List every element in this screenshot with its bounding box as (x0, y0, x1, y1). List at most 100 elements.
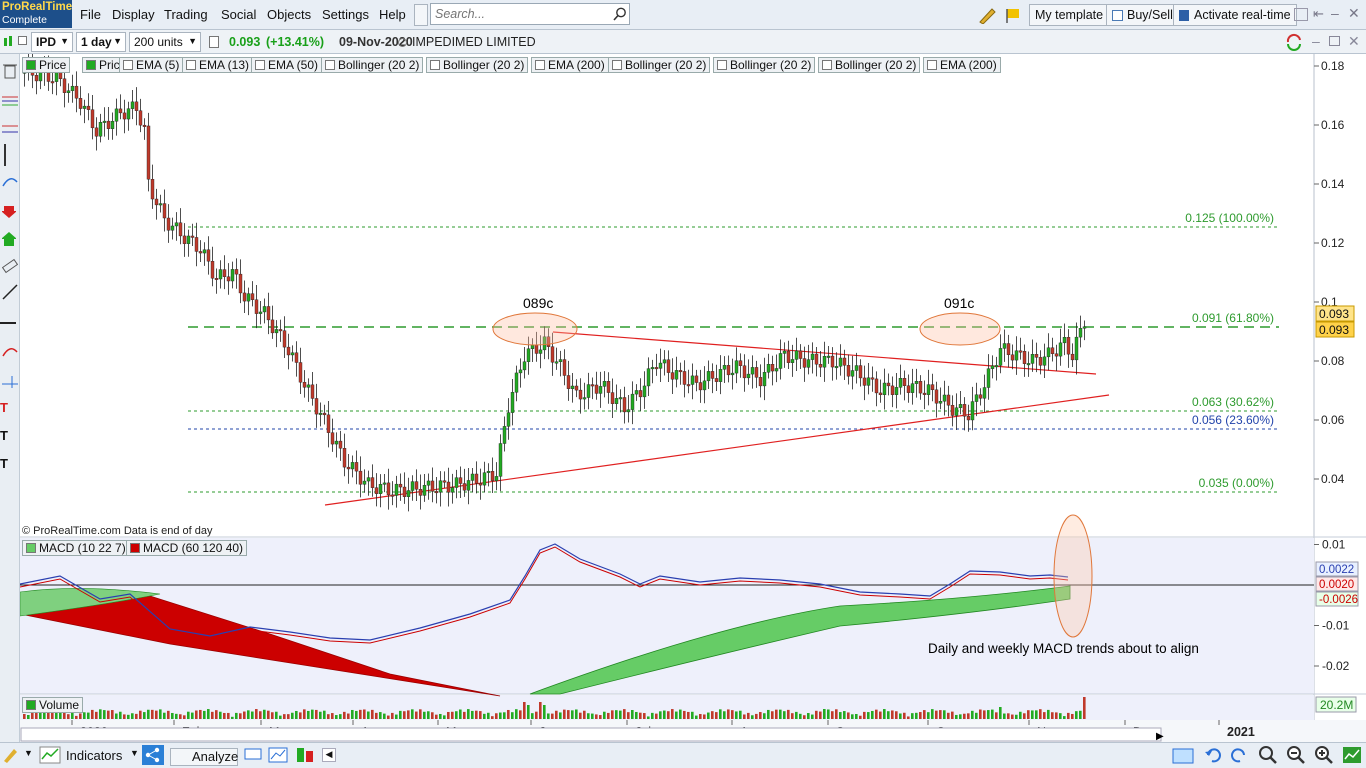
minimize-app-icon[interactable]: – (1331, 5, 1339, 21)
search-input[interactable] (431, 4, 601, 24)
chevron-down-icon[interactable]: ▼ (24, 748, 33, 758)
close-app-icon[interactable]: ✕ (1348, 5, 1360, 22)
scroll-right-icon[interactable]: ▶ (1156, 731, 1164, 742)
ruler-icon[interactable] (2, 258, 18, 274)
candle-body (330, 432, 335, 445)
horizontal-line-icon[interactable] (0, 322, 16, 324)
macd-highlight[interactable] (1053, 514, 1093, 638)
sell-arrow-icon[interactable] (2, 204, 16, 218)
close-chart-icon[interactable]: ✕ (1348, 33, 1360, 50)
trash-icon[interactable] (2, 62, 18, 80)
text-tool-red-icon[interactable]: T (0, 400, 8, 415)
volume-bar (467, 709, 470, 719)
zoom-out-icon[interactable] (1286, 745, 1306, 765)
activate-realtime-button[interactable]: Activate real-time (1173, 4, 1297, 26)
chart-canvas[interactable]: 0.125 (100.00%) 0.091 (61.80%) 0.063 (30.6… (20, 54, 1366, 746)
chart-icon[interactable] (268, 747, 288, 763)
indicators-icon[interactable] (39, 746, 61, 764)
legend-volume[interactable]: Volume (22, 697, 84, 713)
zoom-in-icon[interactable] (1314, 745, 1334, 765)
peak-highlight-right[interactable] (919, 312, 1001, 346)
horizontal-scrollbar[interactable] (20, 727, 1162, 742)
compare-icon[interactable] (296, 747, 314, 763)
calendar-icon[interactable] (1172, 746, 1194, 764)
share-icon[interactable] (142, 745, 164, 765)
chat-icon[interactable] (244, 747, 262, 763)
menu-file[interactable]: File (80, 7, 101, 22)
macd-tag-label: -0.0026 (1319, 594, 1358, 606)
indicators-button[interactable]: Indicators (66, 748, 122, 763)
legend-ema200[interactable]: EMA (200) (531, 57, 609, 73)
menu-settings[interactable]: Settings (322, 7, 369, 22)
legend-ema50[interactable]: EMA (50) (251, 57, 323, 73)
zoom-area-icon[interactable] (1258, 745, 1278, 765)
fibonacci-tool-icon[interactable] (2, 94, 18, 108)
vertical-line-icon[interactable] (4, 144, 6, 166)
volume-bar (939, 710, 942, 719)
left-peak-label: 089c (523, 295, 553, 311)
legend-ema200-2[interactable]: EMA (200) (923, 57, 1001, 73)
volume-bar (587, 713, 590, 719)
channel-tool-icon[interactable] (2, 374, 18, 388)
volume-bar (131, 713, 134, 719)
legend-price-1[interactable]: Price (22, 57, 71, 73)
candle-type-icon[interactable] (2, 34, 14, 50)
peak-highlight-left[interactable] (492, 312, 578, 346)
legend-ema13[interactable]: EMA (13) (182, 57, 254, 73)
text-tool-bold-icon[interactable]: T (0, 456, 8, 471)
menu-trading[interactable]: Trading (164, 7, 208, 22)
units-select[interactable]: 200 units ▼ (129, 32, 201, 52)
legend-bollinger-2[interactable]: Bollinger (20 2) (426, 57, 529, 73)
legend-bollinger-1[interactable]: Bollinger (20 2) (321, 57, 424, 73)
text-tool-icon[interactable]: T (0, 428, 8, 443)
volume-bar (535, 711, 538, 719)
menu-social[interactable]: Social (221, 7, 256, 22)
undo-icon[interactable] (1204, 747, 1222, 763)
volume-bar (987, 710, 990, 719)
curve-tool-icon[interactable] (2, 342, 18, 358)
candle-body (454, 477, 459, 488)
search-icon[interactable] (613, 7, 627, 21)
buy-sell-button[interactable]: Buy/Sell (1106, 4, 1179, 26)
legend-ema5[interactable]: EMA (5) (119, 57, 184, 73)
pencil-icon[interactable] (978, 6, 998, 24)
scroll-left-icon[interactable]: ◀ (322, 748, 336, 762)
volume-bar (531, 713, 534, 719)
window-layout-icon[interactable] (1294, 8, 1308, 21)
legend-bollinger-3[interactable]: Bollinger (20 2) (608, 57, 711, 73)
analyze-button[interactable]: Analyze (170, 748, 238, 766)
my-template-button[interactable]: My template (1029, 4, 1110, 26)
pin-icon[interactable]: ⇤ (1313, 6, 1324, 22)
pen-icon[interactable] (2, 747, 18, 763)
legend-bollinger-4[interactable]: Bollinger (20 2) (713, 57, 816, 73)
menu-display[interactable]: Display (112, 7, 155, 22)
search-options-icon[interactable] (414, 4, 428, 26)
volume-bar (555, 710, 558, 719)
link-toggle-icon[interactable] (18, 36, 27, 45)
volume-bar (471, 710, 474, 719)
minimize-chart-icon[interactable]: – (1312, 33, 1320, 49)
volume-bar (387, 715, 390, 719)
macd-axis: 0.01 -0.01 -0.02 0.0022 0.0020 -0.0026 (1314, 538, 1359, 673)
maximize-chart-icon[interactable] (1329, 36, 1340, 46)
flag-icon[interactable] (1004, 6, 1022, 24)
chart-settings-icon[interactable] (1342, 746, 1362, 764)
trendline-tool-icon[interactable] (2, 284, 18, 300)
symbol-select[interactable]: IPD ▼ (31, 32, 73, 52)
chevron-down-icon[interactable]: ▼ (130, 748, 139, 758)
buy-arrow-icon[interactable] (2, 232, 16, 246)
menu-objects[interactable]: Objects (267, 7, 311, 22)
candle-body (970, 401, 975, 421)
interval-select[interactable]: 1 day ▼ (76, 32, 126, 52)
arc-tool-icon[interactable] (2, 174, 18, 188)
refresh-icon[interactable] (1284, 33, 1304, 51)
redo-icon[interactable] (1230, 747, 1248, 763)
volume-bar (771, 711, 774, 719)
legend-bollinger-5[interactable]: Bollinger (20 2) (818, 57, 921, 73)
menu-help[interactable]: Help (379, 7, 406, 22)
info-icon[interactable] (209, 36, 219, 48)
legend-macd-weekly[interactable]: MACD (60 120 40) (126, 540, 248, 556)
fibonacci-fan-icon[interactable] (2, 122, 18, 136)
legend-macd-daily[interactable]: MACD (10 22 7) (22, 540, 130, 556)
candle-body (750, 367, 755, 375)
